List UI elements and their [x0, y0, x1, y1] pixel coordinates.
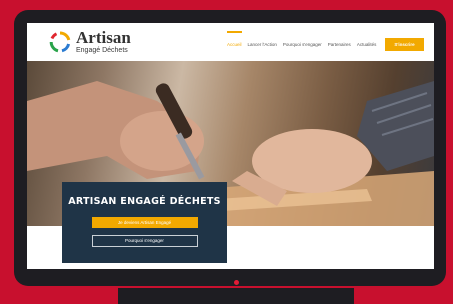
monitor-frame: Artisan Engagé Déchets Accueil Lancer l'… — [14, 10, 446, 286]
nav-item-accueil[interactable]: Accueil — [227, 31, 242, 47]
logo-tagline: Engagé Déchets — [76, 47, 128, 54]
site-logo[interactable]: Artisan Engagé Déchets — [49, 29, 131, 54]
nav-item-lancer-action[interactable]: Lancer l'Action — [248, 42, 277, 47]
nav-item-actualites[interactable]: Actualités — [357, 42, 377, 47]
why-engage-button[interactable]: Pourquoi s'engager — [91, 235, 198, 247]
hero-card: ARTISAN ENGAGÉ DÉCHETS Je deviens Artisa… — [62, 182, 227, 263]
become-artisan-button[interactable]: Je deviens Artisan Engagé — [91, 217, 198, 228]
main-nav: Accueil Lancer l'Action Pourquoi s'engag… — [227, 31, 424, 51]
hero-title: ARTISAN ENGAGÉ DÉCHETS — [68, 196, 221, 207]
logo-name: Artisan — [76, 28, 131, 47]
website-screen: Artisan Engagé Déchets Accueil Lancer l'… — [27, 23, 434, 269]
power-led — [234, 280, 239, 285]
signup-button[interactable]: S'inscrire — [385, 38, 424, 51]
nav-item-pourquoi-sengager[interactable]: Pourquoi s'engager — [283, 42, 322, 47]
recycle-logo-icon — [49, 30, 71, 52]
nav-item-partenaires[interactable]: Partenaires — [328, 42, 351, 47]
monitor-stand — [118, 288, 354, 304]
site-header: Artisan Engagé Déchets Accueil Lancer l'… — [27, 23, 434, 61]
